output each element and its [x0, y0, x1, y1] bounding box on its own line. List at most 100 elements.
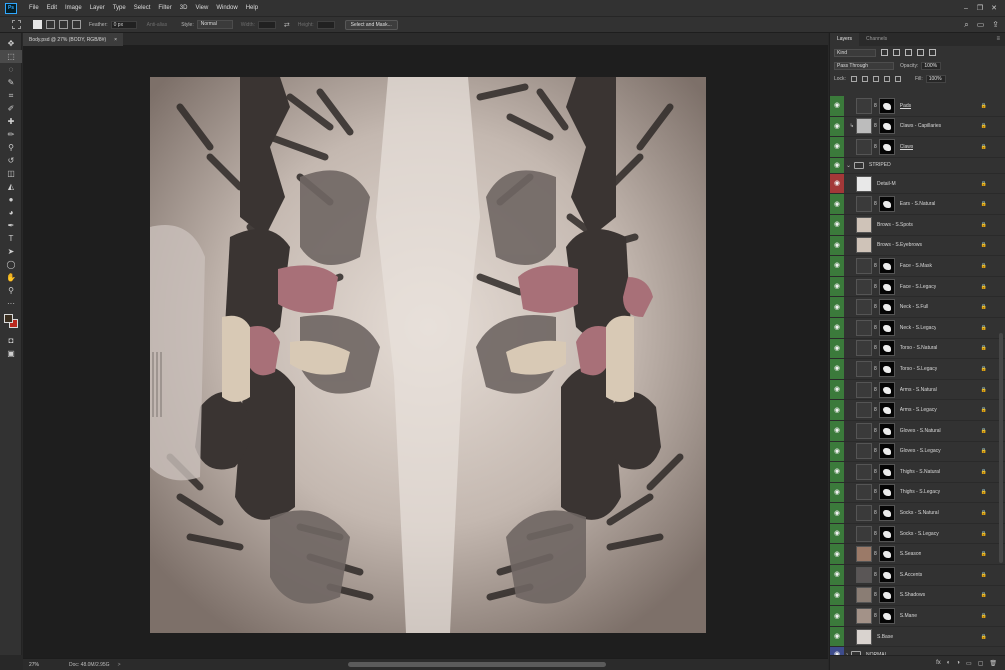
brush-tool-icon[interactable]: ✏: [0, 128, 22, 141]
pen-tool-icon[interactable]: ✒: [0, 219, 22, 232]
layer-name[interactable]: S.Base: [877, 634, 893, 640]
mask-link-icon[interactable]: 8: [874, 531, 877, 537]
layer-name[interactable]: Socks - S.Legacy: [900, 531, 939, 537]
layer-thumbnail[interactable]: [856, 319, 872, 336]
mask-link-icon[interactable]: 8: [874, 572, 877, 578]
mask-link-icon[interactable]: 8: [874, 263, 877, 269]
panel-menu-icon[interactable]: ≡: [996, 33, 1000, 46]
layer-name[interactable]: S.Shadows: [900, 592, 925, 598]
layer-thumbnail[interactable]: [856, 175, 872, 192]
swap-dimensions-icon[interactable]: ⇄: [284, 21, 290, 29]
visibility-toggle[interactable]: ◉: [830, 585, 844, 606]
layer-thumbnail[interactable]: [856, 443, 872, 460]
layers-scrollbar[interactable]: [999, 333, 1003, 563]
layer-thumbnail[interactable]: [856, 340, 872, 357]
layer-thumbnail[interactable]: [856, 118, 872, 135]
select-and-mask-button[interactable]: Select and Mask...: [344, 19, 398, 30]
layer-thumbnail[interactable]: [856, 299, 872, 316]
type-tool-icon[interactable]: T: [0, 232, 22, 245]
layer-mask-thumbnail[interactable]: [878, 118, 895, 135]
lock-position-icon[interactable]: [872, 75, 879, 82]
path-select-tool-icon[interactable]: ➤: [0, 245, 22, 258]
layer-row[interactable]: ◉ S.Base 🔒: [830, 626, 1005, 648]
visibility-toggle[interactable]: ◉: [830, 400, 844, 420]
mask-link-icon[interactable]: 8: [874, 613, 877, 619]
zoom-tool-icon[interactable]: ⚲: [0, 284, 22, 297]
mask-link-icon[interactable]: 8: [874, 366, 877, 372]
mask-link-icon[interactable]: 8: [874, 448, 877, 454]
layer-thumbnail[interactable]: [856, 97, 872, 114]
trash-icon[interactable]: 🗑: [989, 660, 997, 667]
mask-link-icon[interactable]: 8: [874, 144, 877, 150]
menu-layer[interactable]: Layer: [86, 0, 109, 16]
visibility-toggle[interactable]: ◉: [830, 214, 844, 235]
document-tab-close-icon[interactable]: ×: [114, 37, 117, 43]
document-canvas[interactable]: [150, 77, 706, 633]
crop-tool-icon[interactable]: ⌗: [0, 89, 22, 102]
layer-name[interactable]: Pads: [900, 103, 911, 109]
layer-mask-thumbnail[interactable]: [878, 402, 895, 419]
layer-name[interactable]: Detail-M: [877, 181, 896, 187]
layer-name[interactable]: Arms - S.Legacy: [900, 407, 937, 413]
layer-row[interactable]: ◉ 8 Torso - S.Legacy 🔒: [830, 359, 1005, 380]
layer-thumbnail[interactable]: [856, 628, 872, 645]
visibility-toggle[interactable]: ◉: [830, 137, 844, 157]
shape-tool-icon[interactable]: ◯: [0, 258, 22, 271]
more-tools-icon[interactable]: ···: [0, 297, 22, 310]
shape-filter-icon[interactable]: [917, 49, 924, 56]
visibility-toggle[interactable]: ◉: [830, 157, 844, 173]
layer-row[interactable]: ◉ 8 Face - S.Legacy 🔒: [830, 276, 1005, 298]
marquee-tool-icon[interactable]: ⬚: [0, 50, 22, 63]
layer-row[interactable]: ◉ 8 Gloves - S.Legacy 🔒: [830, 441, 1005, 463]
healing-tool-icon[interactable]: ✚: [0, 115, 22, 128]
layer-row[interactable]: ◉ 8 Gloves - S.Natural 🔒: [830, 420, 1005, 442]
intersect-selection-icon[interactable]: [72, 20, 81, 29]
layer-name[interactable]: Socks - S.Natural: [900, 510, 939, 516]
layer-row[interactable]: ◉ ↳ 8 Claws - Capillaries 🔒: [830, 116, 1005, 138]
visibility-toggle[interactable]: ◉: [830, 379, 844, 400]
visibility-toggle[interactable]: ◉: [830, 626, 844, 647]
mask-link-icon[interactable]: 8: [874, 592, 877, 598]
layer-row[interactable]: ◉ 8 Arms - S.Legacy 🔒: [830, 400, 1005, 421]
layer-thumbnail[interactable]: [856, 587, 872, 604]
mask-link-icon[interactable]: 8: [874, 284, 877, 290]
eraser-tool-icon[interactable]: ◫: [0, 167, 22, 180]
layer-mask-thumbnail[interactable]: [878, 278, 895, 295]
antialias-checkbox[interactable]: Anti-alias: [147, 22, 168, 28]
visibility-toggle[interactable]: ◉: [830, 235, 844, 256]
layer-name[interactable]: Gloves - S.Natural: [900, 428, 941, 434]
layer-name[interactable]: Torso - S.Natural: [900, 345, 938, 351]
lock-all-icon[interactable]: [894, 75, 901, 82]
visibility-toggle[interactable]: ◉: [830, 297, 844, 317]
layer-name[interactable]: Face - S.Mask: [900, 263, 932, 269]
hand-tool-icon[interactable]: ✋: [0, 271, 22, 284]
layer-row[interactable]: ◉ Brows - S.Eyebrows 🔒: [830, 235, 1005, 257]
layer-name[interactable]: Neck - S.Full: [900, 304, 929, 310]
clone-stamp-tool-icon[interactable]: ⚲: [0, 141, 22, 154]
visibility-toggle[interactable]: ◉: [830, 256, 844, 276]
mask-link-icon[interactable]: 8: [874, 345, 877, 351]
layer-thumbnail[interactable]: [856, 505, 872, 522]
layer-mask-thumbnail[interactable]: [878, 340, 895, 357]
add-selection-icon[interactable]: [46, 20, 55, 29]
visibility-toggle[interactable]: ◉: [830, 462, 844, 482]
layer-name[interactable]: STRIPED: [869, 162, 891, 168]
layer-thumbnail[interactable]: [856, 422, 872, 439]
visibility-toggle[interactable]: ◉: [830, 276, 844, 297]
visibility-toggle[interactable]: ◉: [830, 544, 844, 565]
close-button[interactable]: ✕: [987, 4, 1001, 12]
layer-mask-thumbnail[interactable]: [878, 484, 895, 501]
layer-name[interactable]: S.Mane: [900, 613, 917, 619]
new-selection-icon[interactable]: [33, 20, 42, 29]
menu-filter[interactable]: Filter: [154, 0, 175, 16]
layer-group-row[interactable]: ◉ ⌄ STRIPED: [830, 157, 1005, 174]
layer-thumbnail[interactable]: [856, 237, 872, 254]
mask-link-icon[interactable]: 8: [874, 387, 877, 393]
mask-link-icon[interactable]: 8: [874, 469, 877, 475]
opacity-input[interactable]: 100%: [921, 61, 942, 70]
search-icon[interactable]: ⌕: [964, 20, 968, 29]
filter-kind-select[interactable]: Kind: [834, 48, 876, 57]
visibility-toggle[interactable]: ◉: [830, 523, 844, 544]
new-group-icon[interactable]: ▭: [966, 660, 972, 667]
style-select[interactable]: Normal: [196, 20, 233, 29]
